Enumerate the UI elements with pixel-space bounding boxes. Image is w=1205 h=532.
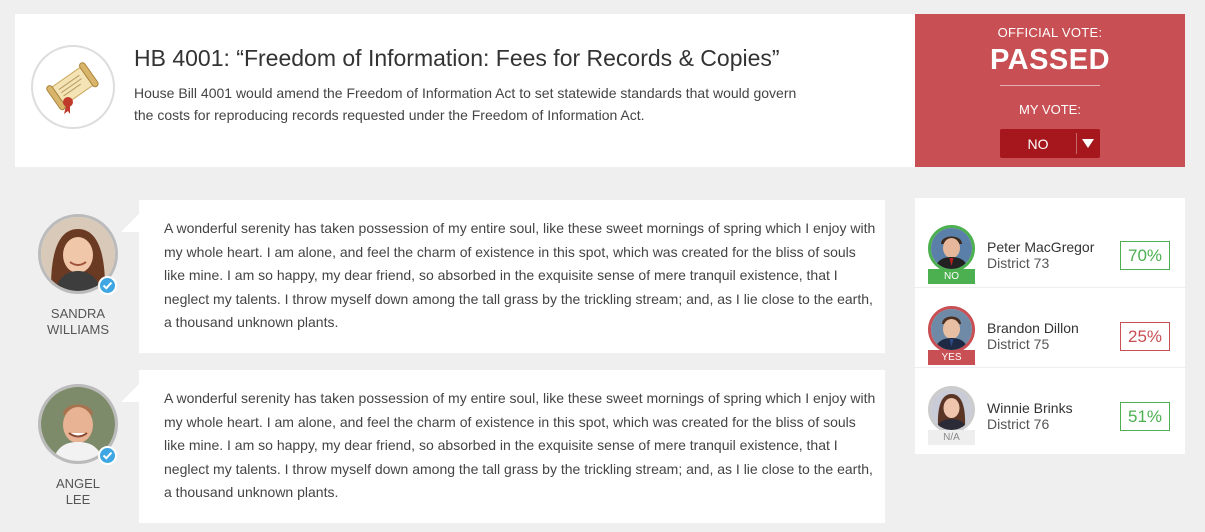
legislator-vote-tag: N/A [928,430,975,445]
comment: SANDRA WILLIAMS A wonderful serenity has… [0,200,900,360]
comment-text: A wonderful serenity has taken possessio… [164,220,876,330]
legislator-name: Brandon Dillon [987,320,1079,336]
commenter-first-name: SANDRA [50,306,106,321]
legislator-avatar [928,306,975,353]
verified-icon [98,446,117,465]
legislator-name: Peter MacGregor [987,239,1095,255]
legislator-vote-tag: YES [928,350,975,365]
comment-bubble: A wonderful serenity has taken possessio… [121,370,885,523]
legislator-avatar [928,386,975,433]
bill-card: HB 4001: “Freedom of Information: Fees f… [15,14,915,167]
comment-bubble: A wonderful serenity has taken possessio… [121,200,885,353]
legislator-district: District 75 [987,336,1050,352]
comment-text: A wonderful serenity has taken possessio… [164,390,876,500]
legislator-agreement-percent: 70% [1120,241,1170,270]
official-vote-result: PASSED [989,44,1111,76]
legislator-item[interactable]: NO Peter MacGregor District 73 70% [915,207,1185,287]
official-vote-label: OFFICIAL VOTE: [997,25,1103,40]
commenter-name: SANDRA WILLIAMS [30,306,126,338]
legislator-item[interactable]: YES Brandon Dillon District 75 25% [915,287,1185,367]
legislator-item[interactable]: N/A Winnie Brinks District 76 51% [915,367,1185,447]
commenter-first-name: ANGEL [55,476,101,491]
scroll-icon [31,45,115,129]
legislator-vote-tag: NO [928,269,975,284]
bill-title: HB 4001: “Freedom of Information: Fees f… [134,45,780,71]
my-vote-dropdown[interactable]: NO [1000,129,1100,158]
commenter-last-name: WILLIAMS [46,322,110,337]
legislator-agreement-percent: 25% [1120,322,1170,351]
vote-panel: OFFICIAL VOTE: PASSED MY VOTE: NO [915,14,1185,167]
my-vote-value: NO [1027,136,1049,152]
legislator-district: District 73 [987,255,1050,271]
legislator-agreement-percent: 51% [1120,402,1170,431]
dropdown-separator [1076,133,1077,154]
vote-divider [1000,85,1100,86]
legislator-list: NO Peter MacGregor District 73 70% YES B… [915,198,1185,454]
legislator-name: Winnie Brinks [987,400,1073,416]
commenter-name: ANGEL LEE [30,476,126,508]
legislator-district: District 76 [987,416,1050,432]
bill-description: House Bill 4001 would amend the Freedom … [134,85,797,123]
comment: ANGEL LEE A wonderful serenity has taken… [0,370,900,530]
verified-icon [98,276,117,295]
legislator-avatar [928,225,975,272]
commenter-last-name: LEE [65,492,91,507]
my-vote-label: MY VOTE: [1019,102,1081,117]
chevron-down-icon [1080,135,1096,151]
